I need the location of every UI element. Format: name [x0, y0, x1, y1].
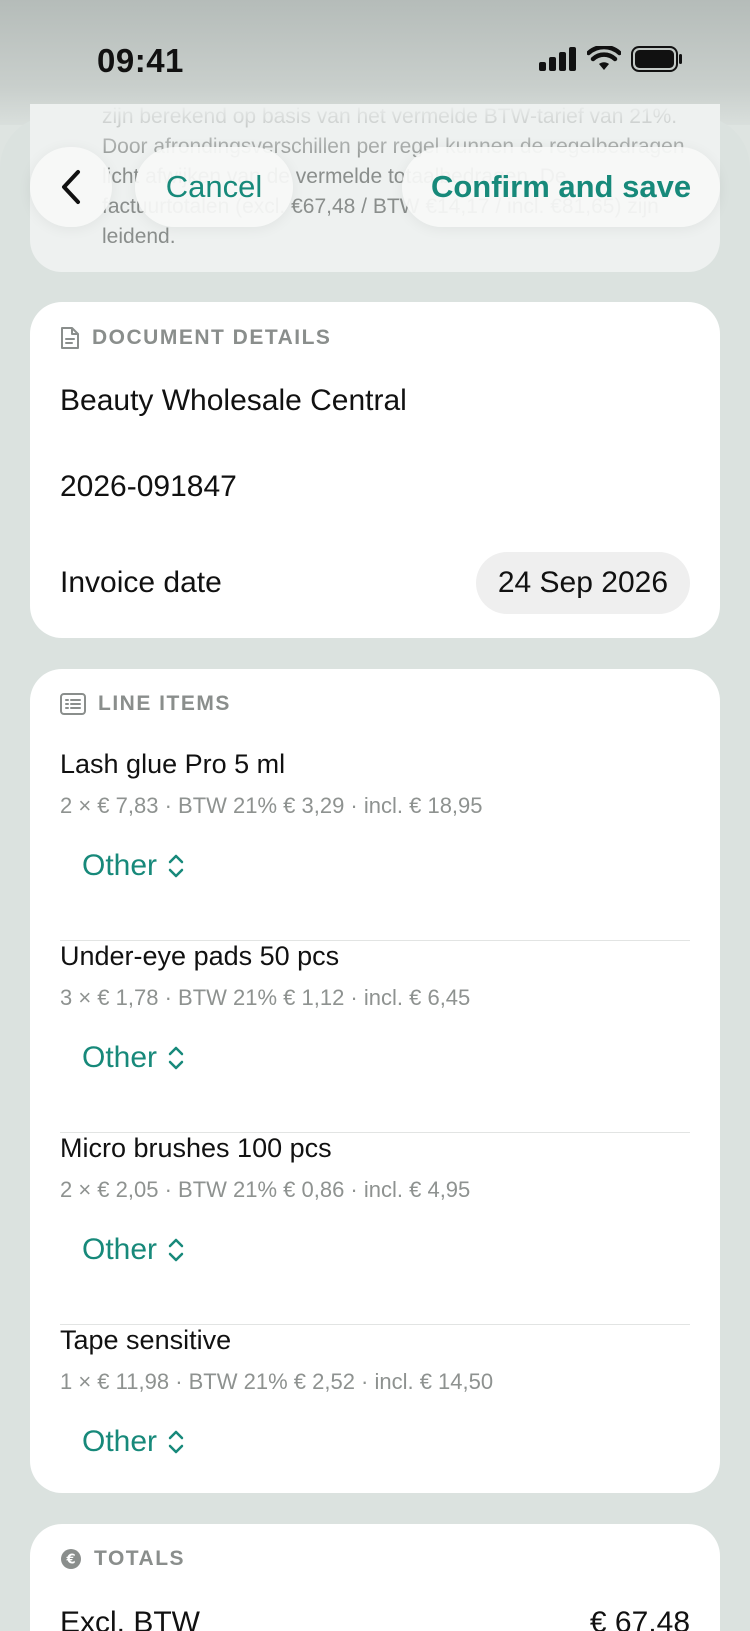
line-item-name: Lash glue Pro 5 ml [60, 749, 286, 779]
category-label: Other [82, 1425, 158, 1458]
line-item-detail: 2 × € 2,05 · BTW 21% € 0,86 · incl. € 4,… [60, 1177, 471, 1202]
invoice-date-label: Invoice date [60, 566, 222, 599]
invoice-number-field[interactable]: 2026-091847 [60, 470, 237, 504]
chevron-left-icon [62, 170, 80, 204]
document-details-title: DOCUMENT DETAILS [92, 326, 332, 349]
chevron-up-down-icon [168, 854, 184, 878]
line-item[interactable]: Lash glue Pro 5 ml 2 × € 7,83 · BTW 21% … [60, 749, 690, 941]
chevron-up-down-icon [168, 1046, 184, 1070]
line-item[interactable]: Under-eye pads 50 pcs 3 × € 1,78 · BTW 2… [60, 941, 690, 1133]
line-items-card: LINE ITEMS Lash glue Pro 5 ml 2 × € 7,83… [30, 669, 720, 1493]
category-picker[interactable]: Other [82, 849, 185, 883]
chevron-up-down-icon [168, 1430, 184, 1454]
document-icon [61, 327, 79, 349]
category-label: Other [82, 849, 158, 882]
line-item-detail: 3 × € 1,78 · BTW 21% € 1,12 · incl. € 6,… [60, 985, 471, 1010]
status-time: 09:41 [97, 42, 184, 79]
euro-icon: € [61, 1549, 81, 1569]
line-item-name: Micro brushes 100 pcs [60, 1133, 332, 1163]
line-item[interactable]: Micro brushes 100 pcs 2 × € 2,05 · BTW 2… [60, 1133, 690, 1325]
excl-btw-label: Excl. BTW [60, 1606, 200, 1631]
supplier-field[interactable]: Beauty Wholesale Central [60, 384, 407, 418]
category-picker[interactable]: Other [82, 1233, 185, 1267]
wifi-icon [587, 46, 621, 70]
line-item-detail: 2 × € 7,83 · BTW 21% € 3,29 · incl. € 18… [60, 793, 483, 818]
status-icons [539, 46, 683, 72]
category-picker[interactable]: Other [82, 1041, 185, 1075]
line-item-name: Tape sensitive [60, 1325, 232, 1355]
list-icon [60, 693, 86, 715]
battery-icon [631, 46, 682, 72]
category-label: Other [82, 1233, 158, 1266]
category-label: Other [82, 1041, 158, 1074]
line-items-title: LINE ITEMS [98, 692, 231, 715]
invoice-date-picker[interactable]: 24 Sep 2026 [475, 552, 690, 614]
line-item-detail: 1 × € 11,98 · BTW 21% € 2,52 · incl. € 1… [60, 1369, 494, 1394]
cellular-signal-icon [539, 47, 576, 71]
svg-text:€: € [65, 1553, 75, 1568]
excl-btw-row: Excl. BTW € 67,48 [60, 1606, 690, 1631]
line-item[interactable]: Tape sensitive 1 × € 11,98 · BTW 21% € 2… [60, 1325, 690, 1485]
document-details-card: DOCUMENT DETAILS Beauty Wholesale Centra… [30, 302, 720, 638]
confirm-and-save-button[interactable]: Confirm and save [402, 147, 720, 227]
cancel-button[interactable]: Cancel [135, 147, 293, 227]
excl-btw-value: € 67,48 [589, 1606, 690, 1631]
totals-title: TOTALS [94, 1547, 186, 1570]
back-button[interactable] [30, 147, 112, 227]
chevron-up-down-icon [168, 1238, 184, 1262]
totals-card: € TOTALS Excl. BTW € 67,48 [30, 1524, 720, 1631]
category-picker[interactable]: Other [82, 1425, 185, 1459]
line-item-name: Under-eye pads 50 pcs [60, 941, 340, 971]
